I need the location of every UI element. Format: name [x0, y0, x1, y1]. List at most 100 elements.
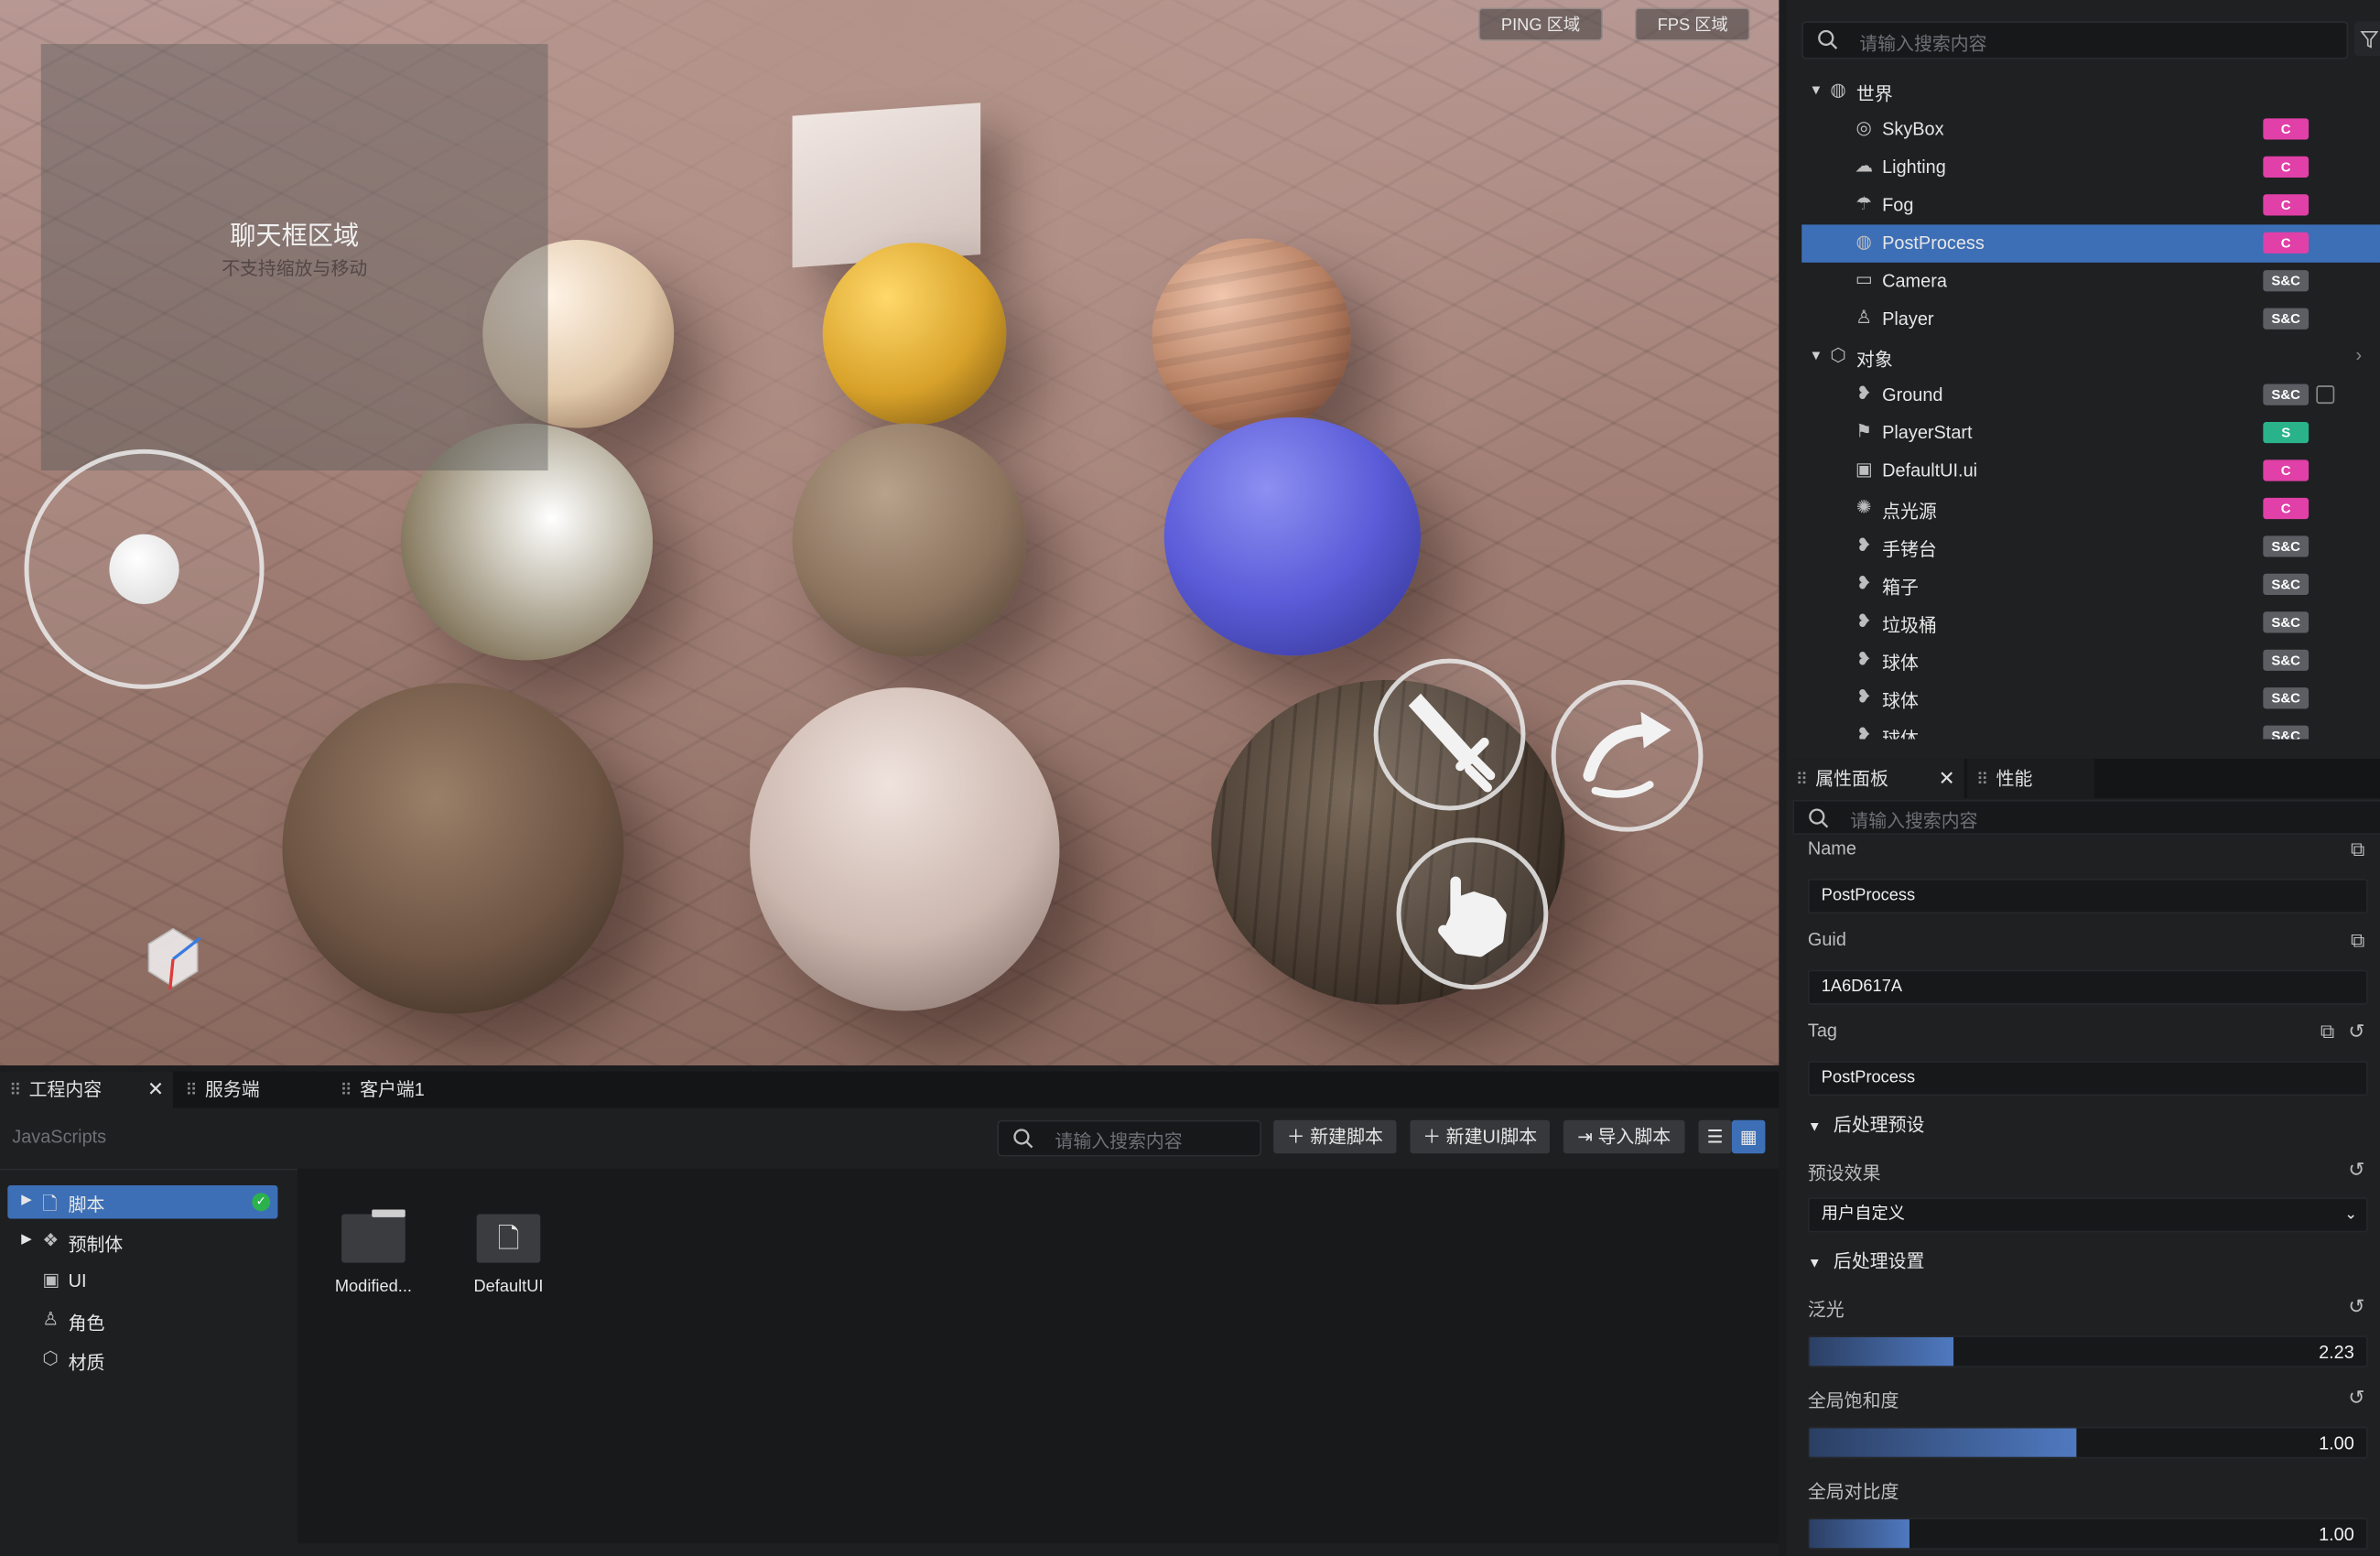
tree-item-object[interactable]: ⚑ PlayerStart S: [1801, 415, 2380, 452]
joystick-knob[interactable]: [109, 534, 179, 604]
reset-icon[interactable]: ↺: [2348, 1386, 2364, 1410]
caret-down-icon[interactable]: ▼: [1808, 1118, 1822, 1134]
folder-tree-item-scripts[interactable]: ▶ 🗋 脚本 ✓: [7, 1185, 278, 1219]
tree-scroll-clip: [1786, 739, 2380, 760]
file-item[interactable]: 🗋 DefaultUI: [455, 1214, 561, 1296]
tree-item-camera[interactable]: ▭ Camera S&C: [1801, 263, 2380, 300]
tree-item-object[interactable]: ❥ 球体 S&C: [1801, 642, 2380, 679]
guid-field[interactable]: 1A6D617A: [1807, 969, 2368, 1005]
sphere-gold[interactable]: [822, 243, 1007, 426]
tree-item-label: 球体: [1882, 653, 1919, 675]
tree-item-object[interactable]: ✺ 点光源 C: [1801, 491, 2380, 528]
caret-right-icon[interactable]: ▶: [21, 1192, 31, 1208]
new-script-label: 新建脚本: [1310, 1126, 1383, 1148]
player-icon: ♙: [1855, 306, 1873, 329]
list-view-button[interactable]: ☰: [1698, 1119, 1732, 1154]
bloom-slider[interactable]: 2.23: [1807, 1335, 2368, 1368]
caret-down-icon[interactable]: ▼: [1808, 1255, 1822, 1270]
outline-search-input[interactable]: 请输入搜索内容: [1801, 21, 2349, 59]
chevron-right-icon[interactable]: ›: [2355, 344, 2362, 365]
section-postprocess-settings[interactable]: ▼ 后处理设置: [1808, 1248, 1925, 1273]
section-postprocess-preset-label: 后处理预设: [1833, 1114, 1925, 1136]
tab-client1[interactable]: ⠿ 客户端1: [330, 1072, 488, 1108]
content-search-input[interactable]: 请输入搜索内容: [997, 1119, 1261, 1157]
tab-server[interactable]: ⠿ 服务端: [176, 1072, 328, 1108]
sphere-marble[interactable]: [750, 687, 1060, 1011]
ping-area-label: PING 区域: [1478, 7, 1603, 41]
sphere-wood[interactable]: [1152, 238, 1351, 435]
axis-gizmo-icon[interactable]: [140, 923, 207, 990]
content-search-placeholder: 请输入搜索内容: [1055, 1130, 1183, 1152]
drag-handle-icon[interactable]: ⠿: [9, 1082, 21, 1100]
tree-item-fog[interactable]: ☂ Fog C: [1801, 187, 2380, 224]
net-tag-badge: S&C: [2263, 384, 2310, 405]
import-script-button[interactable]: ⇥ 导入脚本: [1563, 1119, 1685, 1154]
tree-item-skybox[interactable]: ◎ SkyBox C: [1801, 111, 2380, 148]
saturation-label: 全局饱和度: [1807, 1389, 1899, 1412]
drag-handle-icon[interactable]: ⠿: [340, 1082, 352, 1100]
folder-item[interactable]: Modified...: [320, 1209, 427, 1296]
sphere-rock[interactable]: [282, 683, 624, 1014]
close-icon[interactable]: ✕: [1939, 759, 1955, 798]
content-toolbar: JavaScripts 请输入搜索内容 ＋ 新建脚本 ＋ 新建UI脚本 ⇥ 导入…: [0, 1108, 1780, 1171]
filter-icon[interactable]: [2353, 21, 2380, 57]
name-field[interactable]: PostProcess: [1807, 879, 2368, 914]
new-ui-script-button[interactable]: ＋ 新建UI脚本: [1410, 1119, 1550, 1154]
folder-tree-item-materials[interactable]: ⬡ 材质: [7, 1343, 277, 1376]
tab-performance[interactable]: ⠿ 性能: [1966, 759, 2095, 799]
tree-item-player[interactable]: ♙ Player S&C: [1801, 300, 2380, 338]
reset-icon[interactable]: ↺: [2348, 1020, 2364, 1044]
tab-project-content[interactable]: ⠿ 工程内容 ✕: [0, 1071, 174, 1108]
tag-field[interactable]: PostProcess: [1807, 1061, 2368, 1097]
contrast-slider[interactable]: 1.00: [1807, 1518, 2368, 1550]
cube-object[interactable]: [792, 103, 981, 268]
tree-item-object[interactable]: ❥ 垃圾桶 S&C: [1801, 604, 2380, 642]
joystick[interactable]: [24, 448, 265, 689]
check-icon: ✓: [252, 1193, 271, 1212]
caret-down-icon[interactable]: ▼: [1810, 348, 1823, 363]
tree-item-postprocess[interactable]: ◍ PostProcess C: [1801, 224, 2380, 263]
reset-icon[interactable]: ↺: [2348, 1294, 2364, 1319]
attack-button[interactable]: [1373, 658, 1526, 811]
caret-down-icon[interactable]: ▼: [1810, 82, 1823, 98]
drag-handle-icon[interactable]: ⠿: [1976, 771, 1988, 789]
copy-icon[interactable]: ⧉: [2351, 929, 2364, 954]
interact-button[interactable]: [1396, 837, 1549, 990]
tree-item-object[interactable]: ❥ 球体 S&C: [1801, 680, 2380, 718]
tree-item-object[interactable]: ❥ Ground S&C: [1801, 376, 2380, 414]
sphere-stone-tan[interactable]: [792, 423, 1026, 657]
tree-item-lighting[interactable]: ☁ Lighting C: [1801, 148, 2380, 186]
section-postprocess-preset[interactable]: ▼ 后处理预设: [1808, 1111, 1925, 1137]
preset-effect-value: 用户自定义: [1821, 1205, 1905, 1224]
tab-properties[interactable]: ⠿ 属性面板 ✕: [1786, 759, 1964, 799]
camera-icon: ▭: [1855, 268, 1873, 290]
sphere-blue[interactable]: [1163, 416, 1422, 656]
saturation-slider[interactable]: 1.00: [1807, 1426, 2368, 1459]
folder-tree-item-prefabs[interactable]: ▶ ❖ 预制体: [7, 1225, 277, 1258]
drag-handle-icon[interactable]: ⠿: [1796, 771, 1808, 789]
new-script-button[interactable]: ＋ 新建脚本: [1273, 1119, 1397, 1154]
folder-tree-item-ui[interactable]: ▣ UI: [7, 1264, 277, 1297]
copy-icon[interactable]: ⧉: [2351, 837, 2364, 862]
tree-group-world[interactable]: ▼ ◍ 世界: [1801, 73, 2380, 111]
tree-group-objects[interactable]: ▼ ⬡ 对象 ›: [1801, 339, 2380, 376]
scene-viewport[interactable]: PING 区域 FPS 区域 聊天框区域 不支持缩放与移动: [0, 0, 1780, 1066]
tree-item-object[interactable]: ▣ DefaultUI.ui C: [1801, 452, 2380, 490]
tree-item-object[interactable]: ❥ 手铐台 S&C: [1801, 528, 2380, 566]
folder-tree-item-characters[interactable]: ♙ 角色: [7, 1303, 277, 1336]
caret-right-icon[interactable]: ▶: [21, 1231, 31, 1248]
reset-icon[interactable]: ↺: [2348, 1158, 2364, 1183]
bloom-slider-value: 2.23: [2319, 1341, 2354, 1364]
net-tag-badge: C: [2263, 156, 2310, 178]
tree-item-label: 手铐台: [1882, 538, 1937, 560]
jump-button[interactable]: [1551, 679, 1704, 832]
tree-group-objects-label: 对象: [1855, 349, 1893, 371]
close-icon[interactable]: ✕: [147, 1072, 164, 1108]
grid-view-button[interactable]: ▦: [1731, 1119, 1766, 1154]
tree-item-object[interactable]: ❥ 箱子 S&C: [1801, 566, 2380, 603]
properties-search-input[interactable]: 请输入搜索内容: [1792, 799, 2380, 835]
preset-effect-dropdown[interactable]: 用户自定义 ⌄: [1807, 1197, 2368, 1233]
copy-icon[interactable]: ⧉: [2320, 1020, 2334, 1044]
breadcrumb[interactable]: JavaScripts: [12, 1126, 106, 1147]
drag-handle-icon[interactable]: ⠿: [185, 1082, 197, 1100]
